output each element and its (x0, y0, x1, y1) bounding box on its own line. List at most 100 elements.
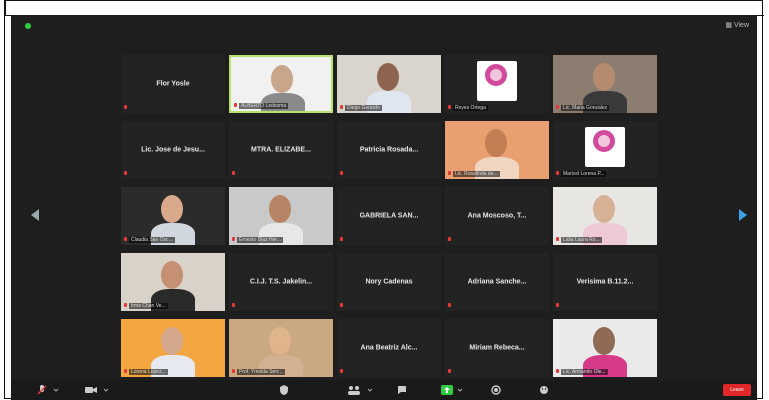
participant-name: C.I.J. T.S. Jakelin... (249, 278, 313, 286)
participant-tile[interactable]: Lic. Rosalinda de... (445, 121, 549, 179)
muted-mic-icon (448, 237, 451, 241)
muted-mic-icon (232, 369, 235, 373)
video-options-caret-icon[interactable] (103, 385, 109, 395)
muted-mic-icon (124, 303, 127, 307)
participant-tile[interactable]: Prof. Ymelda Serr... (229, 319, 333, 377)
audio-options-caret-icon[interactable] (53, 385, 59, 395)
participant-label: Lic. Maria Gonzalez (561, 105, 610, 111)
participant-name: GABRIELA SAN... (359, 212, 419, 220)
reactions-icon[interactable] (539, 385, 549, 395)
participant-label: Lic. Armando Ole... (561, 369, 608, 375)
muted-mic-icon (556, 369, 559, 373)
muted-mic-icon (448, 105, 451, 109)
participant-tile[interactable]: Patricia Rosada... (337, 121, 441, 179)
mute-microphone-icon[interactable] (37, 385, 47, 395)
participant-name: Verisima B.11.2... (576, 278, 634, 286)
participant-tile[interactable]: Maricel Lorena P... (553, 121, 657, 179)
share-screen-icon[interactable] (441, 385, 453, 395)
muted-mic-icon (232, 303, 235, 307)
participant-name: Nory Cadenas (365, 278, 413, 286)
participant-label: Claudia San Osc... (129, 237, 175, 243)
muted-mic-icon (340, 369, 343, 373)
view-button[interactable]: ▦ View (725, 21, 749, 29)
participant-tile[interactable]: Lic. Maria Gonzalez (553, 55, 657, 113)
participant-label: Lorena Lopez... (129, 369, 168, 375)
participant-tile[interactable]: Diego Gerardo (337, 55, 441, 113)
meeting-toolbar: Leave (11, 380, 757, 400)
participant-tile[interactable]: Flor Yosle (121, 55, 225, 113)
participant-label: Ernesto Diaz Her... (237, 237, 283, 243)
muted-mic-icon (232, 237, 235, 241)
record-icon[interactable] (491, 385, 501, 395)
muted-mic-icon (340, 171, 343, 175)
participant-tile[interactable]: Lidia Laura Ro... (553, 187, 657, 245)
muted-mic-icon (340, 303, 343, 307)
participant-tile[interactable]: Ernesto Diaz Her... (229, 187, 333, 245)
participant-grid: Flor Yosle ALBERTO Ledesma Diego Gerardo Re… (121, 55, 657, 377)
security-shield-icon[interactable] (25, 23, 31, 29)
muted-mic-icon (234, 103, 237, 107)
muted-mic-icon (124, 171, 127, 175)
participants-icon[interactable] (347, 385, 361, 395)
muted-mic-icon (124, 237, 127, 241)
participant-tile[interactable]: Miriam Rebeca... (445, 319, 549, 377)
participant-tile[interactable]: Adriana Sanche... (445, 253, 549, 311)
participant-tile[interactable]: Ana Beatriz Alc... (337, 319, 441, 377)
participant-tile[interactable]: Reyes Ortega (445, 55, 549, 113)
muted-mic-icon (124, 105, 127, 109)
participant-label: Lic. Rosalinda de... (453, 171, 500, 177)
participant-tile[interactable]: Claudia San Osc... (121, 187, 225, 245)
participant-tile[interactable]: Nory Cadenas (337, 253, 441, 311)
next-page-arrow-icon[interactable] (739, 209, 747, 221)
muted-mic-icon (124, 369, 127, 373)
participant-label: Diego Gerardo (345, 105, 382, 111)
participant-tile[interactable]: Irma Chan Ve... (121, 253, 225, 311)
caption-strip (5, 1, 764, 16)
muted-mic-icon (232, 171, 235, 175)
participant-tile[interactable]: Verisima B.11.2... (553, 253, 657, 311)
participant-label: Lidia Laura Ro... (561, 237, 602, 243)
video-camera-icon[interactable] (85, 385, 97, 395)
participant-tile[interactable]: GABRIELA SAN... (337, 187, 441, 245)
meeting-window: ▦ View Flor Yosle ALBERTO Ledesma Diego Ge… (11, 15, 757, 400)
participant-tile[interactable]: Ana Moscoso, T... (445, 187, 549, 245)
previous-page-arrow-icon[interactable] (31, 209, 39, 221)
participant-name: Ana Moscoso, T... (467, 212, 527, 220)
muted-mic-icon (556, 105, 559, 109)
participant-name: Lic. Jose de Jesu... (141, 146, 205, 154)
participant-label: Reyes Ortega (453, 105, 488, 111)
participant-name: Adriana Sanche... (467, 278, 527, 286)
participant-tile[interactable]: Lorena Lopez... (121, 319, 225, 377)
image-frame: ▦ View Flor Yosle ALBERTO Ledesma Diego Ge… (4, 0, 764, 400)
participant-name: Patricia Rosada... (359, 146, 419, 154)
muted-mic-icon (448, 303, 451, 307)
participant-tile[interactable]: MTRA. ELIZABE... (229, 121, 333, 179)
participant-name: Miriam Rebeca... (469, 344, 525, 352)
muted-mic-icon (340, 105, 343, 109)
participant-tile[interactable]: Lic. Jose de Jesu... (121, 121, 225, 179)
participant-label: ALBERTO Ledesma (239, 103, 289, 109)
participant-name: MTRA. ELIZABE... (251, 146, 311, 154)
organization-logo-icon (585, 127, 625, 167)
top-bar: ▦ View (11, 15, 757, 37)
participant-name: Flor Yosle (156, 80, 190, 88)
participant-tile[interactable]: Lic. Armando Ole... (553, 319, 657, 377)
chat-icon[interactable] (397, 385, 407, 395)
organization-logo-icon (477, 61, 517, 101)
participant-name: Ana Beatriz Alc... (360, 344, 418, 352)
security-icon[interactable] (279, 385, 289, 395)
view-label: View (733, 22, 749, 29)
participant-tile[interactable]: C.I.J. T.S. Jakelin... (229, 253, 333, 311)
muted-mic-icon (448, 171, 451, 175)
share-caret-icon[interactable] (457, 385, 463, 395)
participant-label: Irma Chan Ve... (129, 303, 168, 309)
muted-mic-icon (556, 237, 559, 241)
participant-tile[interactable]: ALBERTO Ledesma (229, 55, 333, 113)
participant-label: Maricel Lorena P... (561, 171, 607, 177)
participants-caret-icon[interactable] (367, 385, 373, 395)
participant-label: Prof. Ymelda Serr... (237, 369, 285, 375)
muted-mic-icon (340, 237, 343, 241)
muted-mic-icon (556, 303, 559, 307)
muted-mic-icon (448, 369, 451, 373)
end-meeting-button[interactable]: Leave (723, 384, 751, 396)
